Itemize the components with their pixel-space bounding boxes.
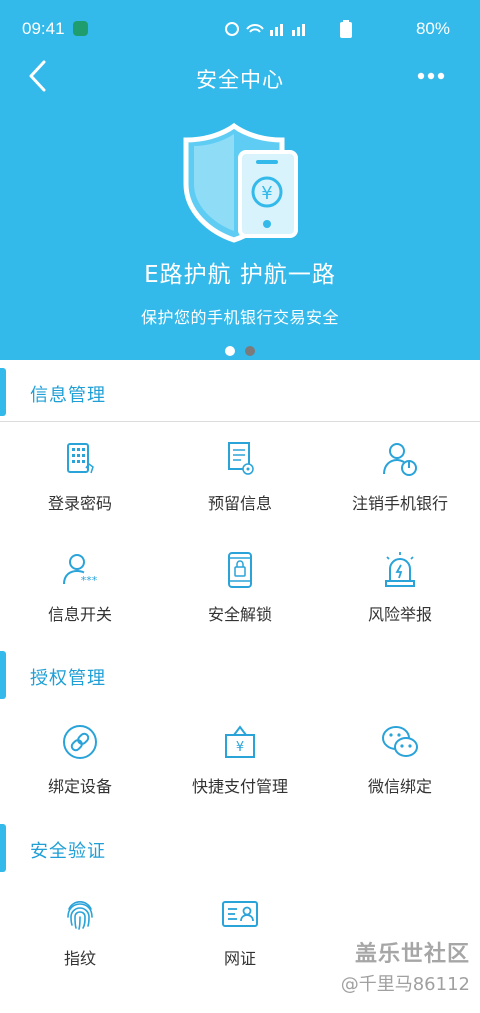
tile-info-switch[interactable]: *** 信息开关 [0,551,160,651]
watermark-title: 盖乐世社区 [354,942,470,967]
tile-label: 风险举报 [367,605,432,624]
user-password-icon: *** [63,554,98,587]
carousel-dot-active[interactable] [225,346,235,356]
tile-label: 网证 [223,949,256,968]
banner-hero: 09:41 80% 安全中心 ¥ E路护航 护航一路 保护您的手机银行交易安全 [0,0,480,360]
tile-label: 指纹 [63,949,96,968]
section-header-security-verification: 安全验证 [0,824,480,872]
svg-text:¥: ¥ [261,183,272,204]
back-button[interactable] [22,58,58,94]
page-title: 安全中心 [196,68,284,92]
section-accent-bar [0,368,6,416]
fingerprint-icon [67,901,93,930]
wechat-icon [382,726,418,757]
section-accent-bar [0,651,6,699]
status-icons [225,22,305,36]
app-notification-icon [73,21,88,36]
battery-icon [340,20,352,38]
section-header-info-management: 信息管理 [0,368,480,416]
tile-label: 信息开关 [47,605,112,624]
section-title: 安全验证 [30,841,106,862]
user-power-icon [383,443,417,476]
carousel-indicator[interactable] [225,346,255,356]
tile-label: 快捷支付管理 [191,777,288,796]
status-bar: 09:41 80% [0,0,480,58]
tile-bind-device[interactable]: 绑定设备 [0,723,160,823]
alarm-icon [385,552,415,587]
status-time: 09:41 [22,19,65,38]
carousel-dot[interactable] [245,346,255,356]
banner-title: E路护航 护航一路 [144,262,336,288]
tile-reserved-info[interactable]: 预留信息 [160,440,320,540]
payment-bag-icon: ¥ [225,725,255,758]
tile-risk-report[interactable]: 风险举报 [320,551,480,651]
tile-label: 登录密码 [47,494,112,513]
section-title: 授权管理 [30,668,106,689]
section-title: 信息管理 [30,385,106,406]
id-card-icon [222,901,258,927]
link-icon [63,725,97,759]
section-divider [0,421,480,422]
banner-subtitle: 保护您的手机银行交易安全 [140,308,339,327]
tile-security-unlock[interactable]: 安全解锁 [160,551,320,651]
tile-label: 预留信息 [207,494,272,513]
document-icon [228,442,254,475]
tile-wechat-binding[interactable]: 微信绑定 [320,723,480,823]
tile-login-password[interactable]: 登录密码 [0,440,160,540]
phone-lock-icon [228,552,252,588]
section-accent-bar [0,824,6,872]
watermark-user: @千里马86112 [340,974,470,995]
tile-label: 注销手机银行 [351,494,448,513]
tile-fingerprint[interactable]: 指纹 [0,895,160,995]
battery-percent: 80% [415,19,450,38]
tile-label: 绑定设备 [47,777,112,796]
svg-text:***: *** [81,574,98,587]
svg-text:¥: ¥ [236,740,244,755]
tile-label: 微信绑定 [367,777,432,796]
tile-web-certificate[interactable]: 网证 [160,895,320,995]
tile-label: 安全解锁 [207,605,272,624]
section-header-authorization: 授权管理 [0,651,480,699]
shield-phone-illustration: ¥ [183,122,298,243]
more-options-button[interactable] [410,60,452,92]
tile-quick-pay-management[interactable]: ¥ 快捷支付管理 [160,723,320,823]
tile-cancel-mobile-banking[interactable]: 注销手机银行 [320,440,480,540]
keypad-icon [67,443,94,474]
